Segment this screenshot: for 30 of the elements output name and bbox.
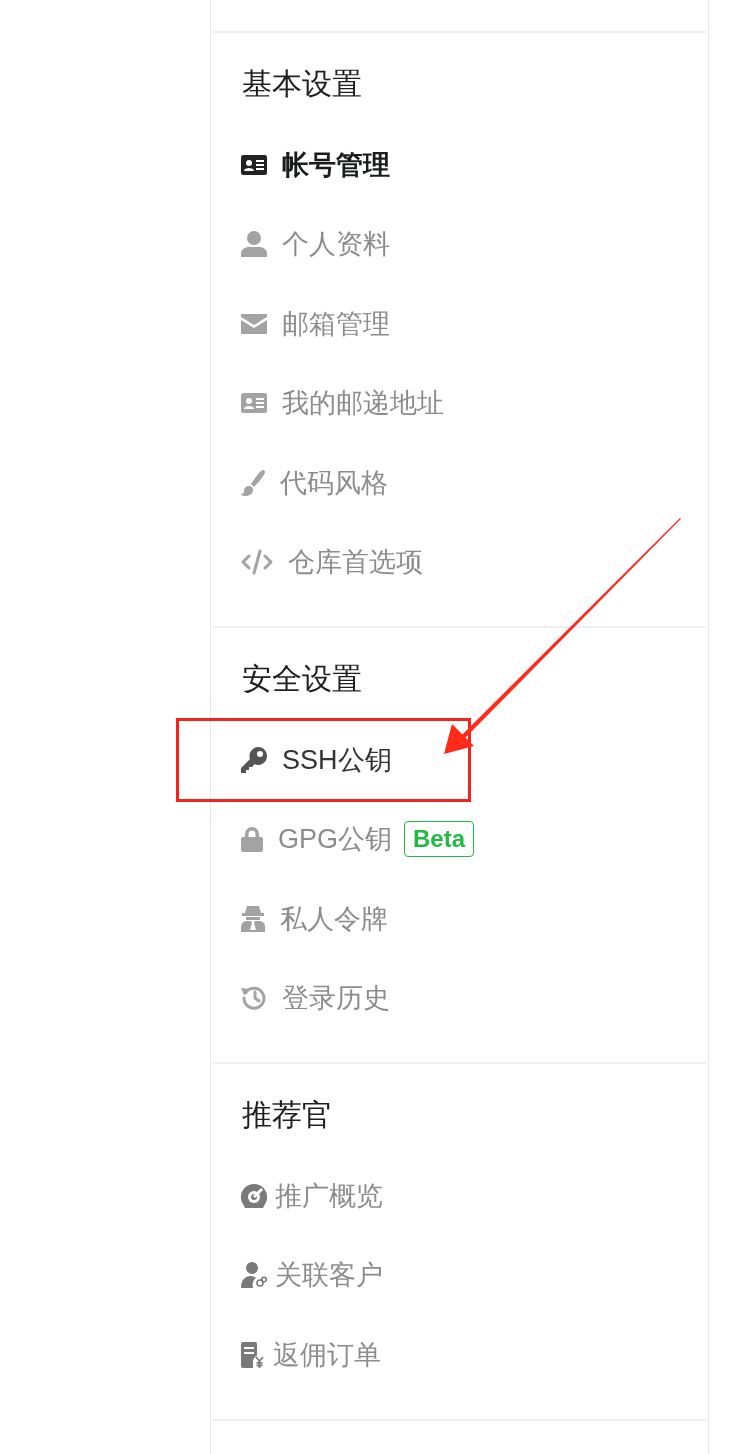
id-card-icon xyxy=(241,154,267,175)
section-heading: 推荐官 xyxy=(241,1097,332,1133)
sidebar-item[interactable]: 我的邮递地址 xyxy=(241,386,444,421)
user-icon xyxy=(241,231,267,258)
spy-icon xyxy=(241,905,265,932)
sidebar-item[interactable]: 登录历史 xyxy=(241,981,390,1016)
key-icon xyxy=(241,746,267,773)
sidebar-item[interactable]: SSH公钥 xyxy=(241,742,392,777)
beta-badge: Beta xyxy=(404,821,475,858)
gauge-icon xyxy=(241,1183,267,1208)
sidebar-item[interactable]: 返佣订单 xyxy=(241,1337,381,1372)
section-heading: 安全设置 xyxy=(241,661,362,697)
code-icon xyxy=(241,549,273,576)
sidebar-item[interactable]: 仓库首选项 xyxy=(241,545,423,580)
history-icon xyxy=(241,985,267,1012)
lock-icon xyxy=(241,826,263,853)
sidebar-item[interactable]: 邮箱管理 xyxy=(241,306,390,341)
user-link-icon xyxy=(241,1262,267,1289)
sidebar-item[interactable]: 关联客户 xyxy=(241,1258,383,1293)
section-heading: 基本设置 xyxy=(241,66,362,102)
sidebar-item[interactable]: GPG公钥 xyxy=(241,822,392,857)
envelope-icon xyxy=(241,313,267,334)
sidebar-item[interactable]: 推广概览 xyxy=(241,1178,383,1213)
sidebar-item[interactable]: 代码风格 xyxy=(241,465,388,500)
sidebar-item[interactable]: 个人资料 xyxy=(241,227,390,262)
id-card-icon xyxy=(241,393,267,414)
sidebar-item[interactable]: 帐号管理 xyxy=(241,147,390,182)
receipt-icon xyxy=(241,1341,265,1368)
paintbrush-icon xyxy=(241,469,265,496)
sidebar-item[interactable]: 私人令牌 xyxy=(241,901,388,936)
